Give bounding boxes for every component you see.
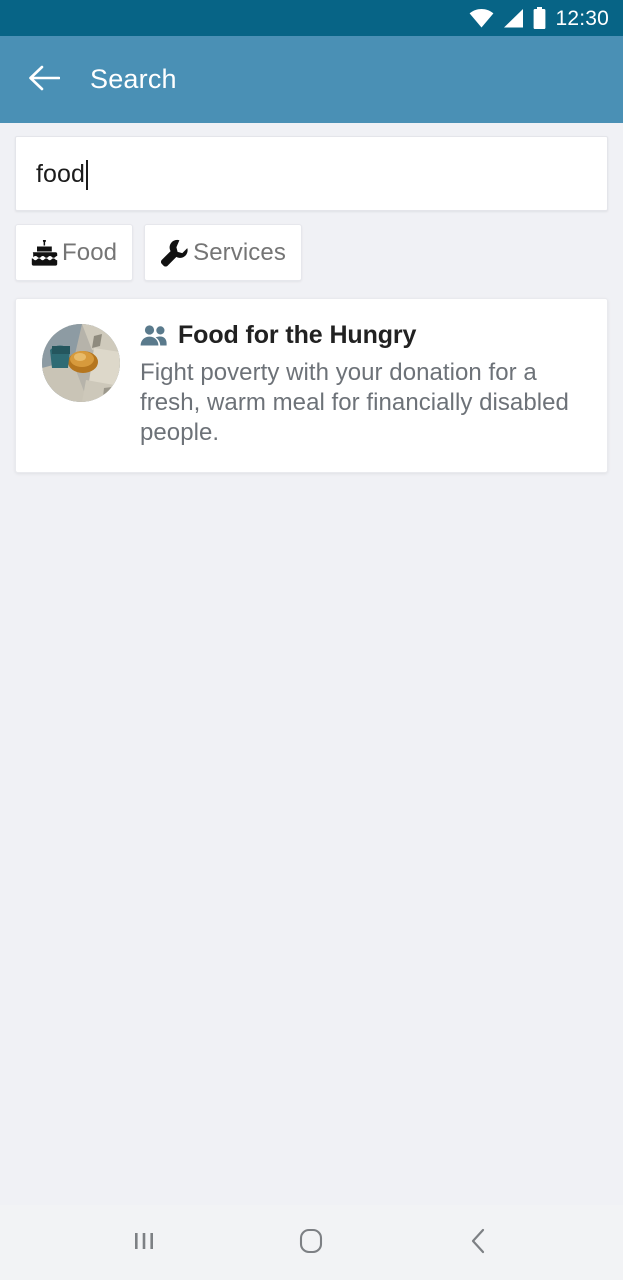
back-icon — [465, 1226, 493, 1259]
search-input-value: food — [36, 159, 85, 189]
filter-chip-food-label: Food — [62, 241, 117, 265]
filter-chip-row: Food Services — [15, 224, 608, 281]
status-icon-group — [469, 7, 546, 29]
android-navigation-bar — [0, 1205, 623, 1280]
search-result-body: Food for the Hungry Fight poverty with y… — [140, 321, 587, 448]
filter-chip-services[interactable]: Services — [144, 224, 302, 281]
recents-button[interactable] — [109, 1208, 179, 1278]
app-bar: Search — [0, 36, 623, 123]
battery-icon — [533, 7, 546, 29]
cake-icon — [31, 240, 58, 266]
status-bar-time: 12:30 — [555, 8, 609, 29]
food-photo-thumbnail — [42, 324, 120, 402]
arrow-left-icon — [28, 64, 60, 95]
home-button[interactable] — [276, 1208, 346, 1278]
text-cursor — [86, 160, 88, 190]
search-input[interactable]: food — [15, 136, 608, 211]
search-result-title-row: Food for the Hungry — [140, 321, 587, 349]
group-icon — [140, 325, 167, 346]
filter-chip-food[interactable]: Food — [15, 224, 133, 281]
back-button[interactable] — [26, 62, 62, 98]
status-bar: 12:30 — [0, 0, 623, 36]
recents-icon — [130, 1227, 158, 1258]
filter-chip-services-label: Services — [193, 241, 286, 265]
avatar — [42, 324, 120, 402]
search-result-title: Food for the Hungry — [178, 321, 416, 349]
cellular-signal-icon — [503, 9, 524, 28]
wrench-icon — [160, 239, 189, 267]
wifi-icon — [469, 9, 494, 28]
search-result-card[interactable]: Food for the Hungry Fight poverty with y… — [15, 298, 608, 473]
search-result-description: Fight poverty with your donation for a f… — [140, 358, 587, 448]
home-icon — [296, 1226, 326, 1259]
page-title: Search — [90, 66, 177, 93]
main-content: food Food — [0, 123, 623, 1205]
back-nav-button[interactable] — [444, 1208, 514, 1278]
phone-screen: 12:30 Search food — [0, 0, 623, 1280]
